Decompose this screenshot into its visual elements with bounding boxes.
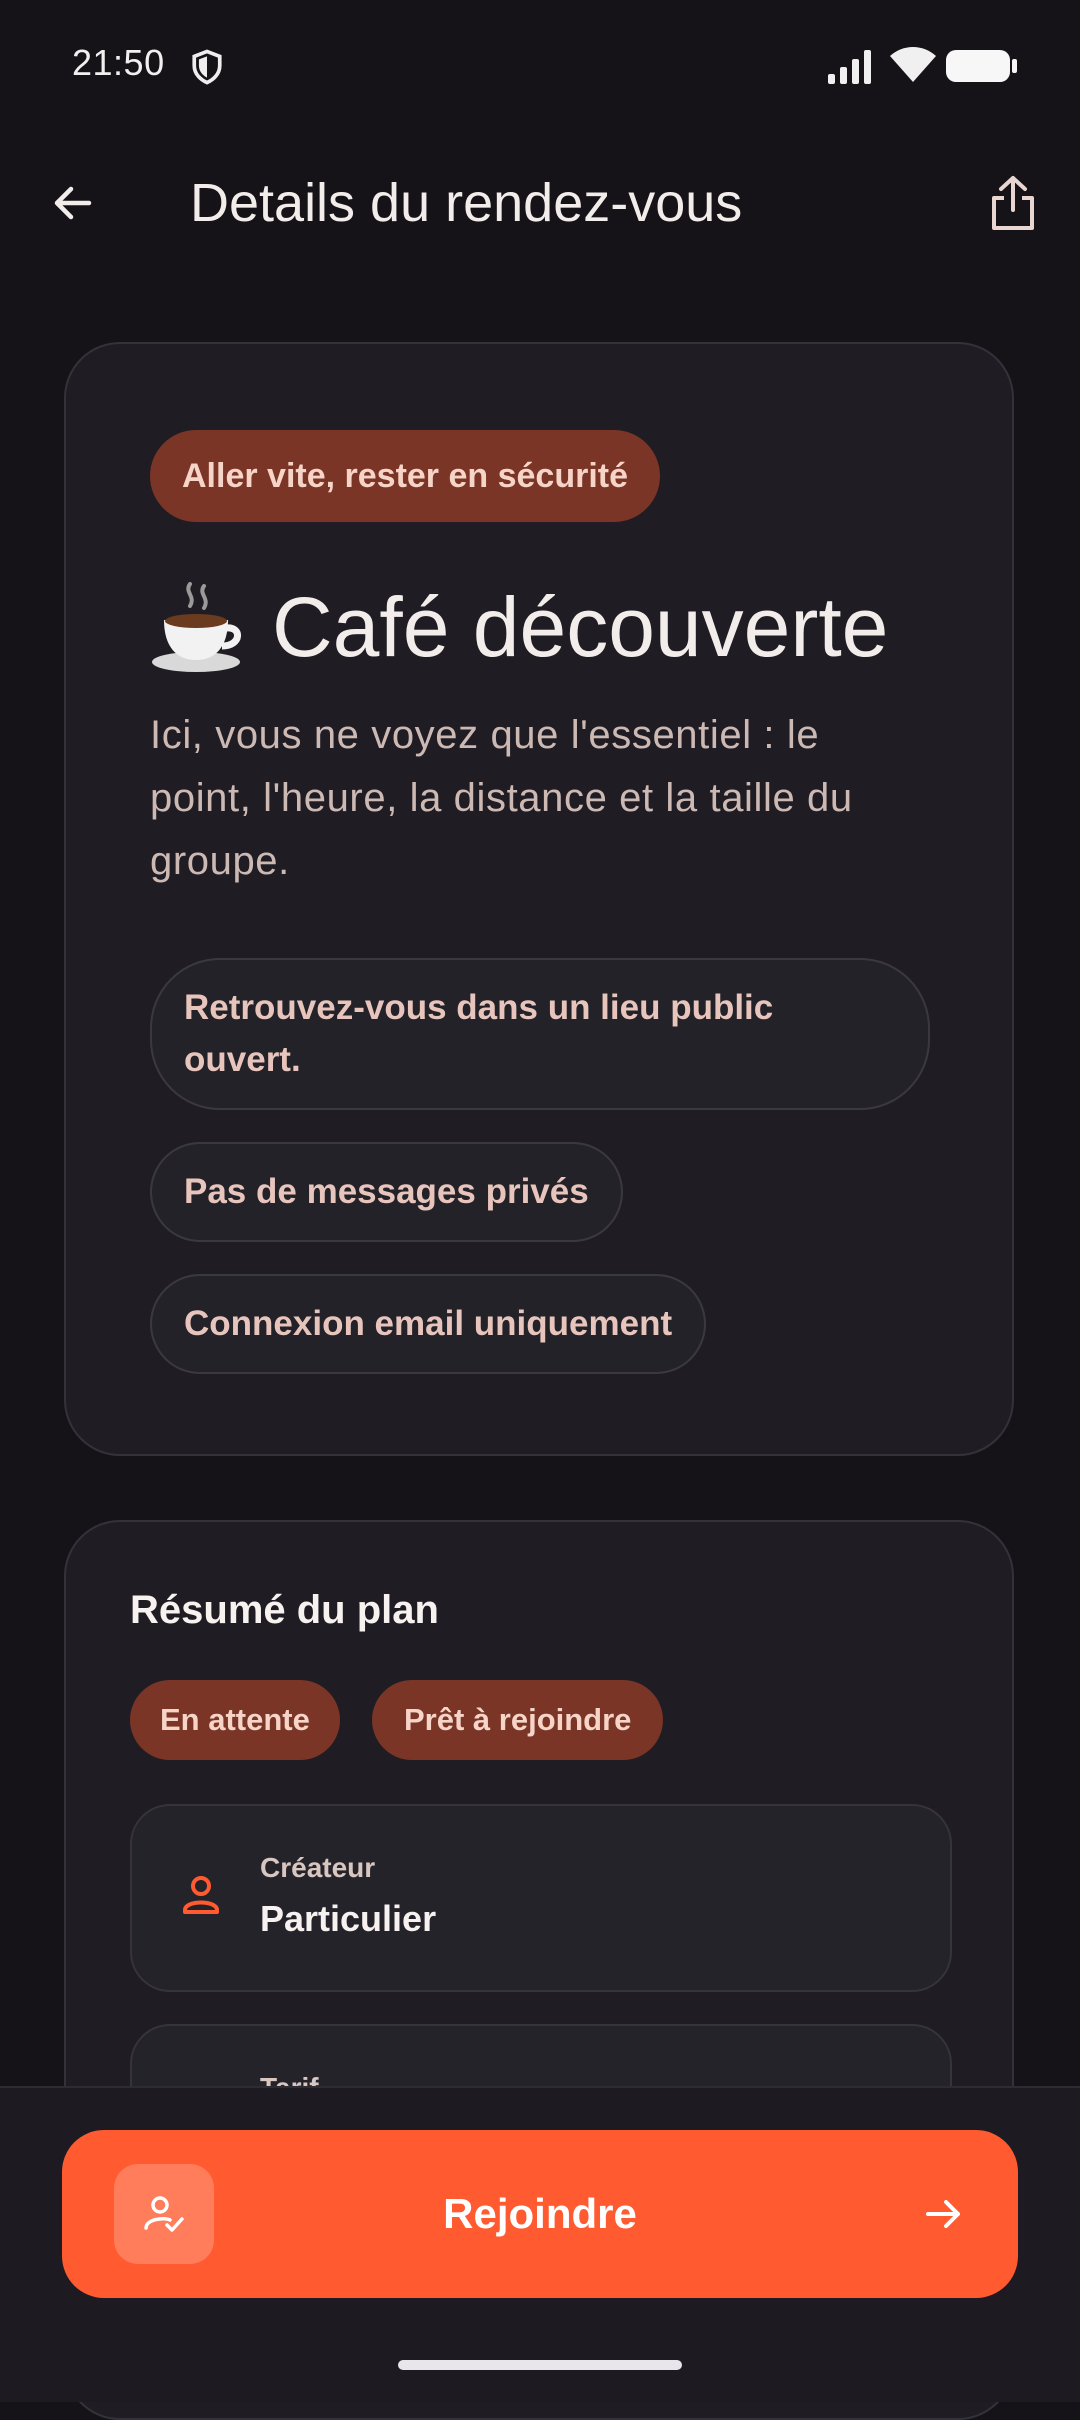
back-button[interactable] [40, 170, 106, 236]
home-indicator[interactable] [398, 2360, 682, 2370]
meetup-description: Ici, vous ne voyez que l'essentiel : le … [150, 713, 853, 883]
meetup-title: Café découverte [150, 572, 888, 684]
app-bar: Details du rendez-vous [0, 140, 1080, 270]
bottom-action-bar: Rejoindre [0, 2086, 1080, 2402]
creator-value: Particulier [260, 1898, 437, 1939]
safety-badge: Aller vite, rester en sécurité [150, 430, 661, 522]
creator-label: Créateur [260, 1852, 376, 1883]
signal-icon [828, 50, 871, 84]
plan-summary-title: Résumé du plan [130, 1588, 439, 1632]
join-button[interactable]: Rejoindre [62, 2130, 1018, 2298]
rule-chip-email-only: Connexion email uniquement [150, 1274, 707, 1374]
meetup-title-text: Café découverte [272, 580, 889, 674]
coffee-cup-icon [152, 581, 241, 672]
arrow-right-icon [926, 2200, 960, 2228]
shield-icon [192, 49, 222, 85]
person-icon [183, 1876, 219, 1914]
status-time: 21:50 [72, 42, 165, 83]
share-icon [992, 176, 1034, 230]
rule-chip-public-place: Retrouvez-vous dans un lieu public ouver… [150, 958, 930, 1110]
status-bar: 21:50 [0, 0, 1080, 130]
arrow-left-icon [54, 186, 92, 220]
rule-chip-no-private-messages: Pas de messages privés [150, 1142, 623, 1242]
page-title: Details du rendez-vous [190, 173, 743, 233]
status-badge-ready: Prêt à rejoindre [372, 1680, 664, 1760]
wifi-icon [890, 47, 936, 82]
status-badge-pending: En attente [130, 1680, 340, 1760]
hero-card: Aller vite, rester en sécurité Café déco… [64, 342, 1014, 1456]
battery-icon [946, 50, 1017, 82]
info-row-creator: Créateur Particulier [130, 1804, 952, 1992]
share-button[interactable] [980, 170, 1046, 236]
join-label: Rejoindre [443, 2190, 637, 2237]
